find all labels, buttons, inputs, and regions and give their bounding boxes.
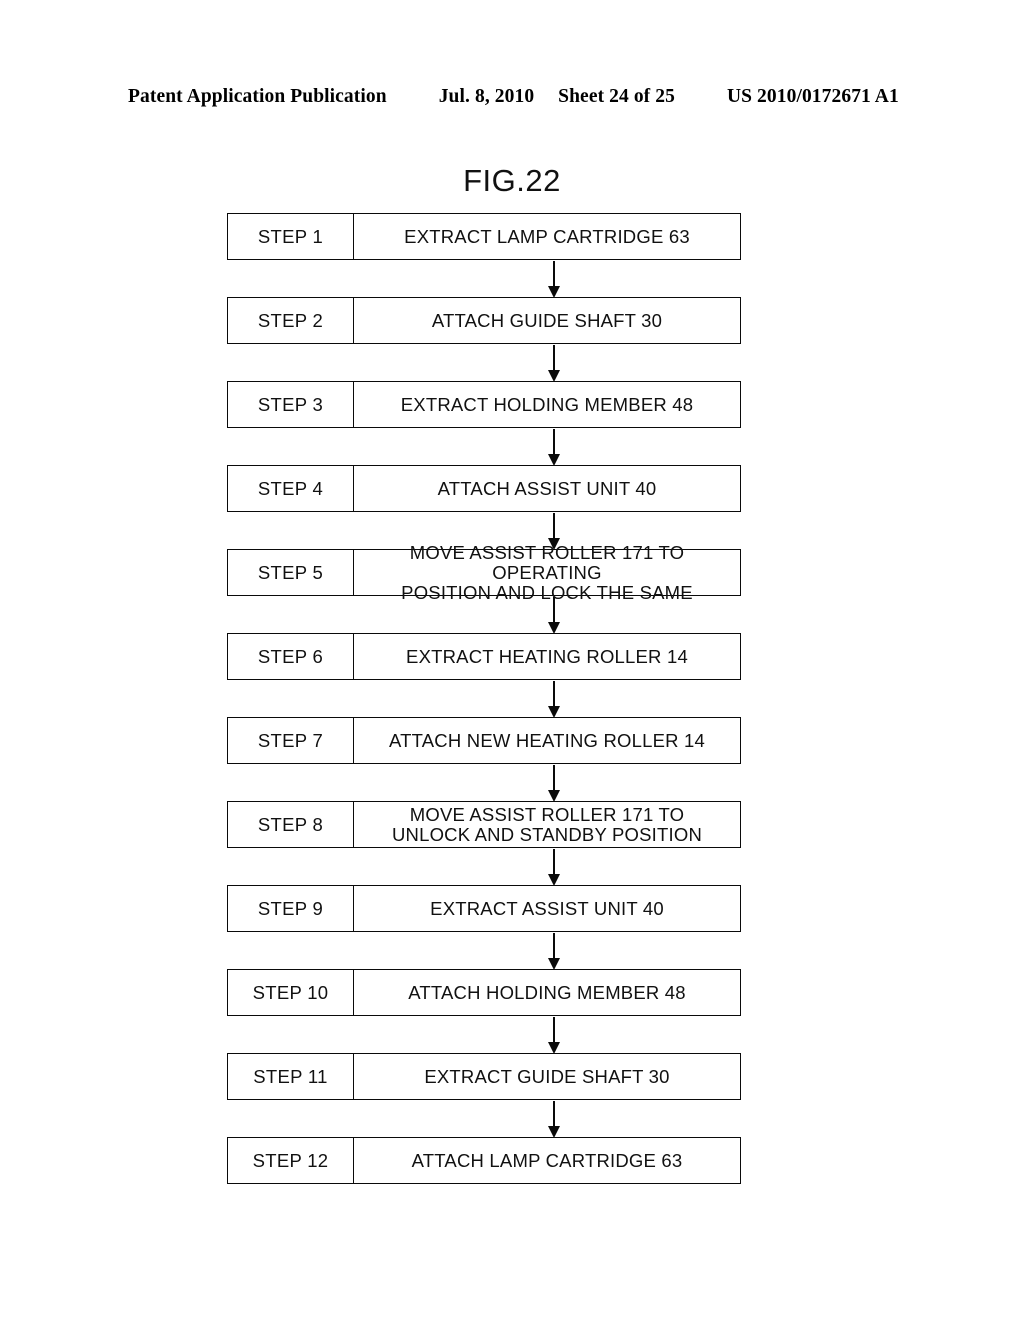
patent-page-header: Patent Application Publication Jul. 8, 2… bbox=[128, 86, 899, 112]
step-description: ATTACH ASSIST UNIT 40 bbox=[437, 477, 657, 499]
step-number-label: STEP 10 bbox=[228, 970, 354, 1015]
step-number-label: STEP 8 bbox=[228, 802, 354, 847]
step-description: EXTRACT LAMP CARTRIDGE 63 bbox=[404, 225, 690, 247]
step-description: ATTACH NEW HEATING ROLLER 14 bbox=[388, 729, 706, 751]
flowchart-step-box: STEP 10 ATTACH HOLDING MEMBER 48 bbox=[227, 969, 741, 1054]
flowchart-step-box: STEP 8 MOVE ASSIST ROLLER 171 TO UNLOCK A… bbox=[227, 801, 741, 886]
flowchart-step-box: STEP 9 EXTRACT ASSIST UNIT 40 bbox=[227, 885, 741, 970]
step-description: ATTACH LAMP CARTRIDGE 63 bbox=[411, 1149, 683, 1171]
publication-label: Patent Application Publication bbox=[128, 86, 387, 107]
step-number-label: STEP 9 bbox=[228, 886, 354, 931]
step-description: MOVE ASSIST ROLLER 171 TO OPERATING POSI… bbox=[401, 541, 693, 603]
flowchart-step-box: STEP 2 ATTACH GUIDE SHAFT 30 bbox=[227, 297, 741, 382]
step-description: EXTRACT GUIDE SHAFT 30 bbox=[424, 1065, 670, 1087]
flowchart-step-box: STEP 4 ATTACH ASSIST UNIT 40 bbox=[227, 465, 741, 550]
step-number-label: STEP 5 bbox=[228, 550, 354, 595]
step-number-label: STEP 11 bbox=[228, 1054, 354, 1099]
step-number-label: STEP 3 bbox=[228, 382, 354, 427]
sheet-number: Sheet 24 of 25 bbox=[558, 86, 675, 107]
down-arrow-icon bbox=[548, 429, 561, 466]
step-number-label: STEP 7 bbox=[228, 718, 354, 763]
step-description: ATTACH HOLDING MEMBER 48 bbox=[408, 981, 686, 1003]
step-number-label: STEP 12 bbox=[228, 1138, 354, 1183]
down-arrow-icon bbox=[548, 345, 561, 382]
down-arrow-icon bbox=[548, 1017, 561, 1054]
flowchart-step-box: STEP 6 EXTRACT HEATING ROLLER 14 bbox=[227, 633, 741, 718]
step-number-label: STEP 1 bbox=[228, 214, 354, 259]
down-arrow-icon bbox=[548, 849, 561, 886]
figure-title: FIG.22 bbox=[463, 163, 561, 198]
flowchart-step-box: STEP 12 ATTACH LAMP CARTRIDGE 63 bbox=[227, 1137, 741, 1184]
step-number-label: STEP 4 bbox=[228, 466, 354, 511]
step-number-label: STEP 6 bbox=[228, 634, 354, 679]
flowchart-step-box: STEP 3 EXTRACT HOLDING MEMBER 48 bbox=[227, 381, 741, 466]
down-arrow-icon bbox=[548, 765, 561, 802]
patent-document-number: US 2010/0172671 A1 bbox=[726, 86, 899, 107]
down-arrow-icon bbox=[548, 1101, 561, 1138]
down-arrow-icon bbox=[548, 681, 561, 718]
flowchart-step-box: STEP 1 EXTRACT LAMP CARTRIDGE 63 bbox=[227, 213, 741, 298]
flowchart-step-box: STEP 11 EXTRACT GUIDE SHAFT 30 bbox=[227, 1053, 741, 1138]
step-description: MOVE ASSIST ROLLER 171 TO UNLOCK AND STA… bbox=[391, 803, 703, 845]
step-description: EXTRACT HEATING ROLLER 14 bbox=[406, 645, 688, 667]
flowchart-step-box: STEP 5 MOVE ASSIST ROLLER 171 TO OPERATIN… bbox=[227, 541, 741, 634]
flowchart-step-box: STEP 7 ATTACH NEW HEATING ROLLER 14 bbox=[227, 717, 741, 802]
step-description: ATTACH GUIDE SHAFT 30 bbox=[431, 309, 663, 331]
down-arrow-icon bbox=[548, 597, 561, 634]
down-arrow-icon bbox=[548, 933, 561, 970]
step-number-label: STEP 2 bbox=[228, 298, 354, 343]
publication-date: Jul. 8, 2010 bbox=[438, 86, 535, 107]
down-arrow-icon bbox=[548, 261, 561, 298]
step-description: EXTRACT ASSIST UNIT 40 bbox=[430, 897, 664, 919]
flowchart-diagram: STEP 1 EXTRACT LAMP CARTRIDGE 63 STEP 2 ATT… bbox=[227, 213, 741, 1184]
step-description: EXTRACT HOLDING MEMBER 48 bbox=[400, 393, 694, 415]
